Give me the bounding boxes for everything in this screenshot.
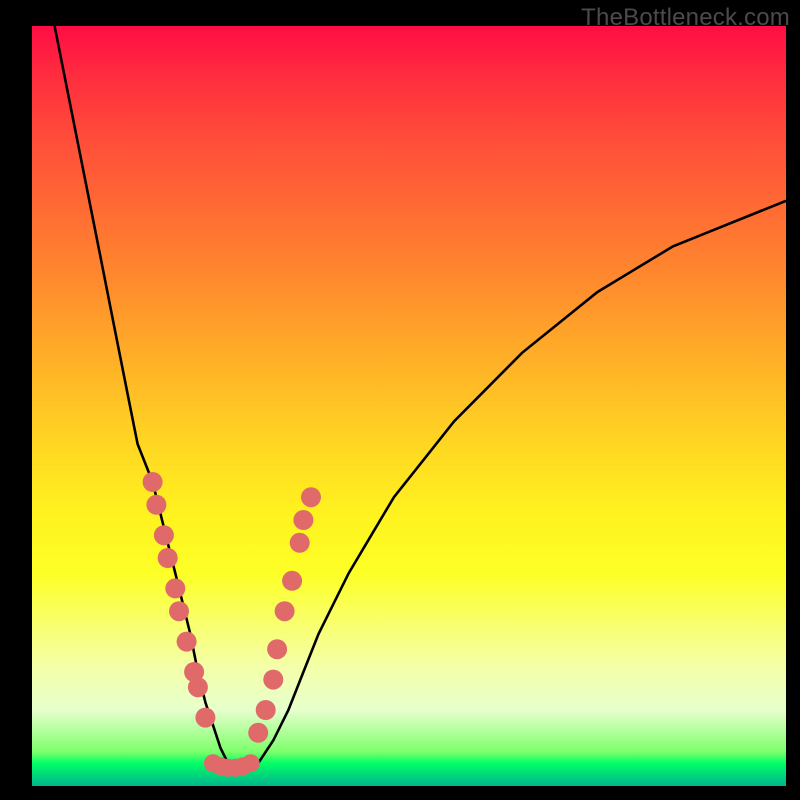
data-point — [263, 670, 283, 690]
data-point — [158, 548, 178, 568]
data-point — [267, 639, 287, 659]
data-point — [195, 708, 215, 728]
chart-overlay — [32, 26, 786, 786]
data-point — [290, 533, 310, 553]
watermark-text: TheBottleneck.com — [581, 4, 790, 32]
bottleneck-curve — [55, 26, 786, 771]
data-point — [242, 754, 260, 772]
data-point — [154, 525, 174, 545]
chart-frame: TheBottleneck.com — [0, 0, 800, 800]
valley-floor-markers — [204, 754, 260, 777]
data-point — [169, 601, 189, 621]
data-point — [248, 723, 268, 743]
data-point — [177, 632, 197, 652]
data-point — [146, 495, 166, 515]
chart-plot-area — [32, 26, 786, 786]
data-point — [188, 677, 208, 697]
right-branch-markers — [248, 487, 321, 743]
data-point — [165, 578, 185, 598]
data-point — [282, 571, 302, 591]
data-point — [293, 510, 313, 530]
left-branch-markers — [143, 472, 216, 728]
data-point — [256, 700, 276, 720]
data-point — [275, 601, 295, 621]
data-point — [143, 472, 163, 492]
data-point — [301, 487, 321, 507]
